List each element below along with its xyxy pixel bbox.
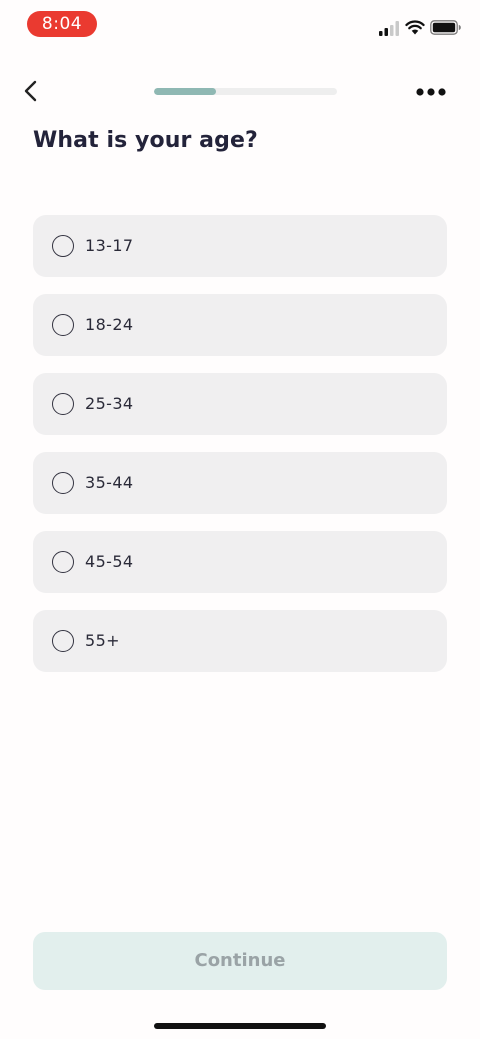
radio-button[interactable] bbox=[52, 472, 74, 494]
chevron-left-icon bbox=[24, 80, 37, 102]
wifi-icon bbox=[405, 20, 425, 35]
progress-bar bbox=[154, 88, 337, 95]
radio-button[interactable] bbox=[52, 393, 74, 415]
status-bar: 8:04 bbox=[0, 0, 480, 50]
age-option-18-24[interactable]: 18-24 bbox=[33, 294, 447, 356]
age-options-list: 13-17 18-24 25-34 35-44 45-54 55+ bbox=[33, 215, 447, 689]
radio-button[interactable] bbox=[52, 630, 74, 652]
age-option-label: 45-54 bbox=[85, 552, 134, 571]
cellular-signal-icon bbox=[379, 21, 399, 36]
age-option-label: 13-17 bbox=[85, 236, 134, 255]
age-option-label: 55+ bbox=[85, 631, 120, 650]
status-time: 8:04 bbox=[27, 11, 97, 37]
age-option-label: 25-34 bbox=[85, 394, 134, 413]
back-button[interactable] bbox=[16, 74, 48, 108]
age-option-35-44[interactable]: 35-44 bbox=[33, 452, 447, 514]
radio-button[interactable] bbox=[52, 551, 74, 573]
ellipsis-icon bbox=[416, 88, 446, 96]
home-indicator bbox=[154, 1023, 326, 1029]
age-option-label: 35-44 bbox=[85, 473, 134, 492]
age-question-screen: 8:04 What is your age? 13-17 18-24 25-34… bbox=[0, 0, 480, 1039]
age-option-13-17[interactable]: 13-17 bbox=[33, 215, 447, 277]
age-option-55-plus[interactable]: 55+ bbox=[33, 610, 447, 672]
radio-button[interactable] bbox=[52, 314, 74, 336]
more-options-button[interactable] bbox=[410, 78, 452, 106]
battery-icon bbox=[430, 20, 461, 35]
age-option-25-34[interactable]: 25-34 bbox=[33, 373, 447, 435]
progress-bar-fill bbox=[154, 88, 217, 95]
radio-button[interactable] bbox=[52, 235, 74, 257]
question-title: What is your age? bbox=[33, 128, 258, 153]
age-option-label: 18-24 bbox=[85, 315, 134, 334]
continue-button[interactable]: Continue bbox=[33, 932, 447, 990]
age-option-45-54[interactable]: 45-54 bbox=[33, 531, 447, 593]
